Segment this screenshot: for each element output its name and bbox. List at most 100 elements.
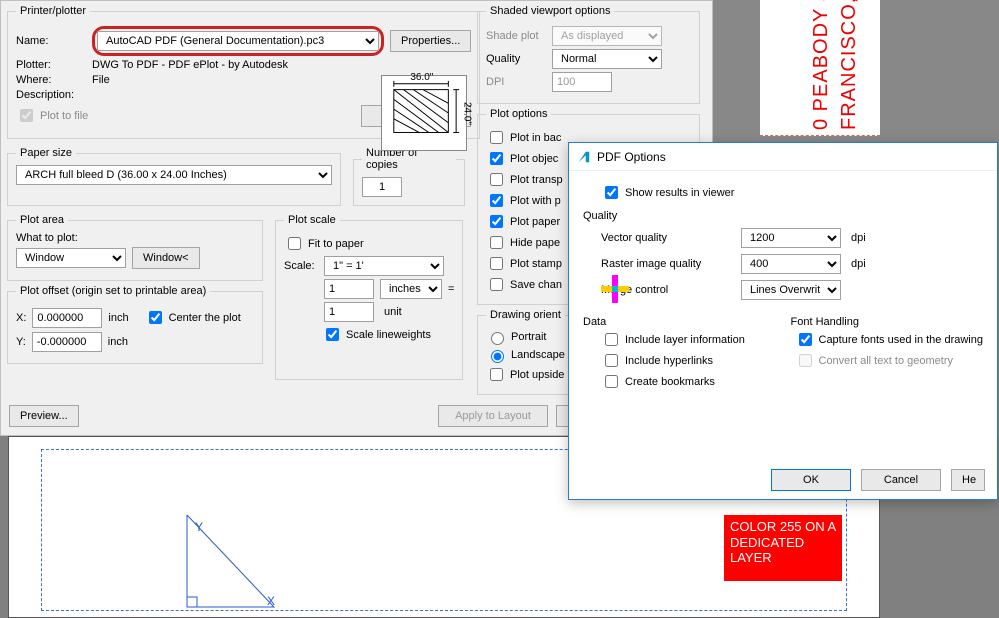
vector-quality-label: Vector quality [601, 232, 731, 244]
center-plot-label: Center the plot [169, 312, 241, 324]
pdf-ok-button[interactable]: OK [771, 469, 851, 491]
quality-label: Quality [486, 53, 546, 65]
properties-button[interactable]: Properties... [390, 30, 471, 52]
convert-text-label: Convert all text to geometry [819, 355, 954, 367]
paper-size-select[interactable]: ARCH full bleed D (36.00 x 24.00 Inches) [16, 165, 332, 185]
landscape-label: Landscape [511, 349, 565, 361]
capture-fonts-checkbox[interactable] [799, 333, 812, 346]
scale-num-unit[interactable]: inches [380, 279, 442, 299]
printer-name-select[interactable]: AutoCAD PDF (General Documentation).pc3 [97, 31, 379, 51]
plot-option-checkbox-4[interactable] [490, 215, 503, 228]
plot-offset-legend: Plot offset (origin set to printable are… [16, 285, 210, 297]
plot-option-label-4: Plot paper [510, 216, 560, 228]
titleblock-line-a: 0 PEABODY S [810, 0, 832, 130]
quality-select[interactable]: Normal [552, 49, 662, 69]
upside-checkbox[interactable] [490, 368, 503, 381]
window-pick-button[interactable]: Window< [132, 247, 200, 269]
autodesk-logo-icon [577, 150, 591, 164]
cursor-icon [601, 275, 629, 306]
scale-den-unit: unit [380, 306, 442, 318]
paper-size-group: Paper size ARCH full bleed D (36.00 x 24… [7, 147, 341, 206]
plot-option-label-0: Plot in bac [510, 132, 561, 144]
plot-option-checkbox-6[interactable] [490, 257, 503, 270]
plot-option-checkbox-7[interactable] [490, 278, 503, 291]
plot-option-label-3: Plot with p [510, 195, 561, 207]
apply-layout-button: Apply to Layout [438, 405, 548, 427]
create-bookmarks-label: Create bookmarks [625, 376, 715, 388]
plot-to-file-label: Plot to file [40, 110, 88, 122]
pdf-help-button[interactable]: He [951, 469, 985, 491]
plot-scale-group: Plot scale Fit to paper Scale: 1" = 1' [275, 214, 463, 380]
raster-quality-label: Raster image quality [601, 258, 731, 270]
fit-to-paper-checkbox[interactable] [288, 237, 301, 250]
scale-lineweights-checkbox[interactable] [326, 328, 339, 341]
plot-option-checkbox-5[interactable] [490, 236, 503, 249]
plot-option-checkbox-3[interactable] [490, 194, 503, 207]
include-hyper-label: Include hyperlinks [625, 355, 713, 367]
copies-input[interactable] [362, 177, 402, 197]
scale-num-input[interactable] [324, 279, 374, 299]
plot-area-group: Plot area What to plot: Window Window< [7, 214, 263, 281]
scale-den-input[interactable] [324, 302, 374, 322]
upside-label: Plot upside [510, 369, 564, 381]
portrait-label: Portrait [511, 331, 546, 343]
triangle-sketch: Y X [179, 507, 279, 617]
vector-quality-select[interactable]: 1200 [741, 228, 841, 248]
plot-option-checkbox-0[interactable] [490, 131, 503, 144]
what-to-plot-label: What to plot: [16, 232, 254, 244]
show-results-checkbox[interactable] [605, 186, 618, 199]
pdf-cancel-button[interactable]: Cancel [861, 469, 941, 491]
plotter-value: DWG To PDF - PDF ePlot - by Autodesk [92, 59, 288, 71]
preview-button[interactable]: Preview... [9, 405, 79, 427]
preview-width: 36.0" [410, 72, 433, 83]
red-color-box: COLOR 255 ON A DEDICATED LAYER [724, 515, 842, 581]
red-box-text: COLOR 255 ON A DEDICATED LAYER [730, 519, 836, 565]
dpi-label: DPI [486, 76, 546, 88]
pdf-title-text: PDF Options [597, 150, 666, 164]
plot-option-checkbox-1[interactable] [490, 152, 503, 165]
plot-option-label-7: Save chan [510, 279, 562, 291]
name-label: Name: [16, 35, 86, 47]
printer-legend: Printer/plotter [16, 5, 90, 17]
offset-y-input[interactable] [32, 332, 102, 352]
shade-plot-select: As displayed [552, 26, 662, 46]
offset-x-input[interactable] [32, 308, 102, 328]
scale-label: Scale: [284, 260, 318, 272]
plot-area-legend: Plot area [16, 214, 68, 226]
font-section: Font Handling [791, 316, 984, 328]
scale-select[interactable]: 1" = 1' [324, 256, 444, 276]
plot-offset-group: Plot offset (origin set to printable are… [7, 285, 263, 364]
fit-to-paper-label: Fit to paper [308, 238, 364, 250]
raster-quality-select[interactable]: 400 [741, 254, 841, 274]
offset-y-label: Y: [16, 336, 26, 348]
data-section: Data [583, 316, 771, 328]
pdf-options-dialog: PDF Options Show results in viewer Quali… [568, 142, 998, 500]
shaded-viewport-group: Shaded viewport options Shade plot As di… [477, 5, 700, 104]
dpi-input [552, 72, 612, 92]
landscape-radio[interactable] [491, 350, 504, 363]
title-block: 0 PEABODY S FRANCISCO, [760, 0, 880, 136]
center-plot-checkbox[interactable] [149, 311, 162, 324]
paper-size-legend: Paper size [16, 147, 76, 159]
description-label: Description: [16, 89, 86, 101]
plot-option-checkbox-2[interactable] [490, 173, 503, 186]
include-layer-checkbox[interactable] [605, 333, 618, 346]
include-hyper-checkbox[interactable] [605, 354, 618, 367]
svg-text:Y: Y [195, 520, 203, 534]
page-preview: 36.0" 24.0" [381, 75, 467, 151]
svg-text:X: X [267, 594, 275, 608]
pdf-titlebar[interactable]: PDF Options [569, 143, 997, 171]
equals-label: = [448, 283, 454, 295]
merge-control-select[interactable]: Lines Overwrite [741, 280, 841, 300]
plot-to-file-checkbox [20, 109, 33, 122]
shade-plot-label: Shade plot [486, 30, 546, 42]
portrait-radio[interactable] [491, 332, 504, 345]
what-to-plot-select[interactable]: Window [16, 248, 126, 268]
create-bookmarks-checkbox[interactable] [605, 375, 618, 388]
plot-option-label-6: Plot stamp [510, 258, 562, 270]
plotter-label: Plotter: [16, 59, 86, 71]
scale-lineweights-label: Scale lineweights [346, 329, 431, 341]
quality-section: Quality [583, 210, 983, 222]
plot-option-label-5: Hide pape [510, 237, 560, 249]
plot-scale-legend: Plot scale [284, 214, 340, 226]
